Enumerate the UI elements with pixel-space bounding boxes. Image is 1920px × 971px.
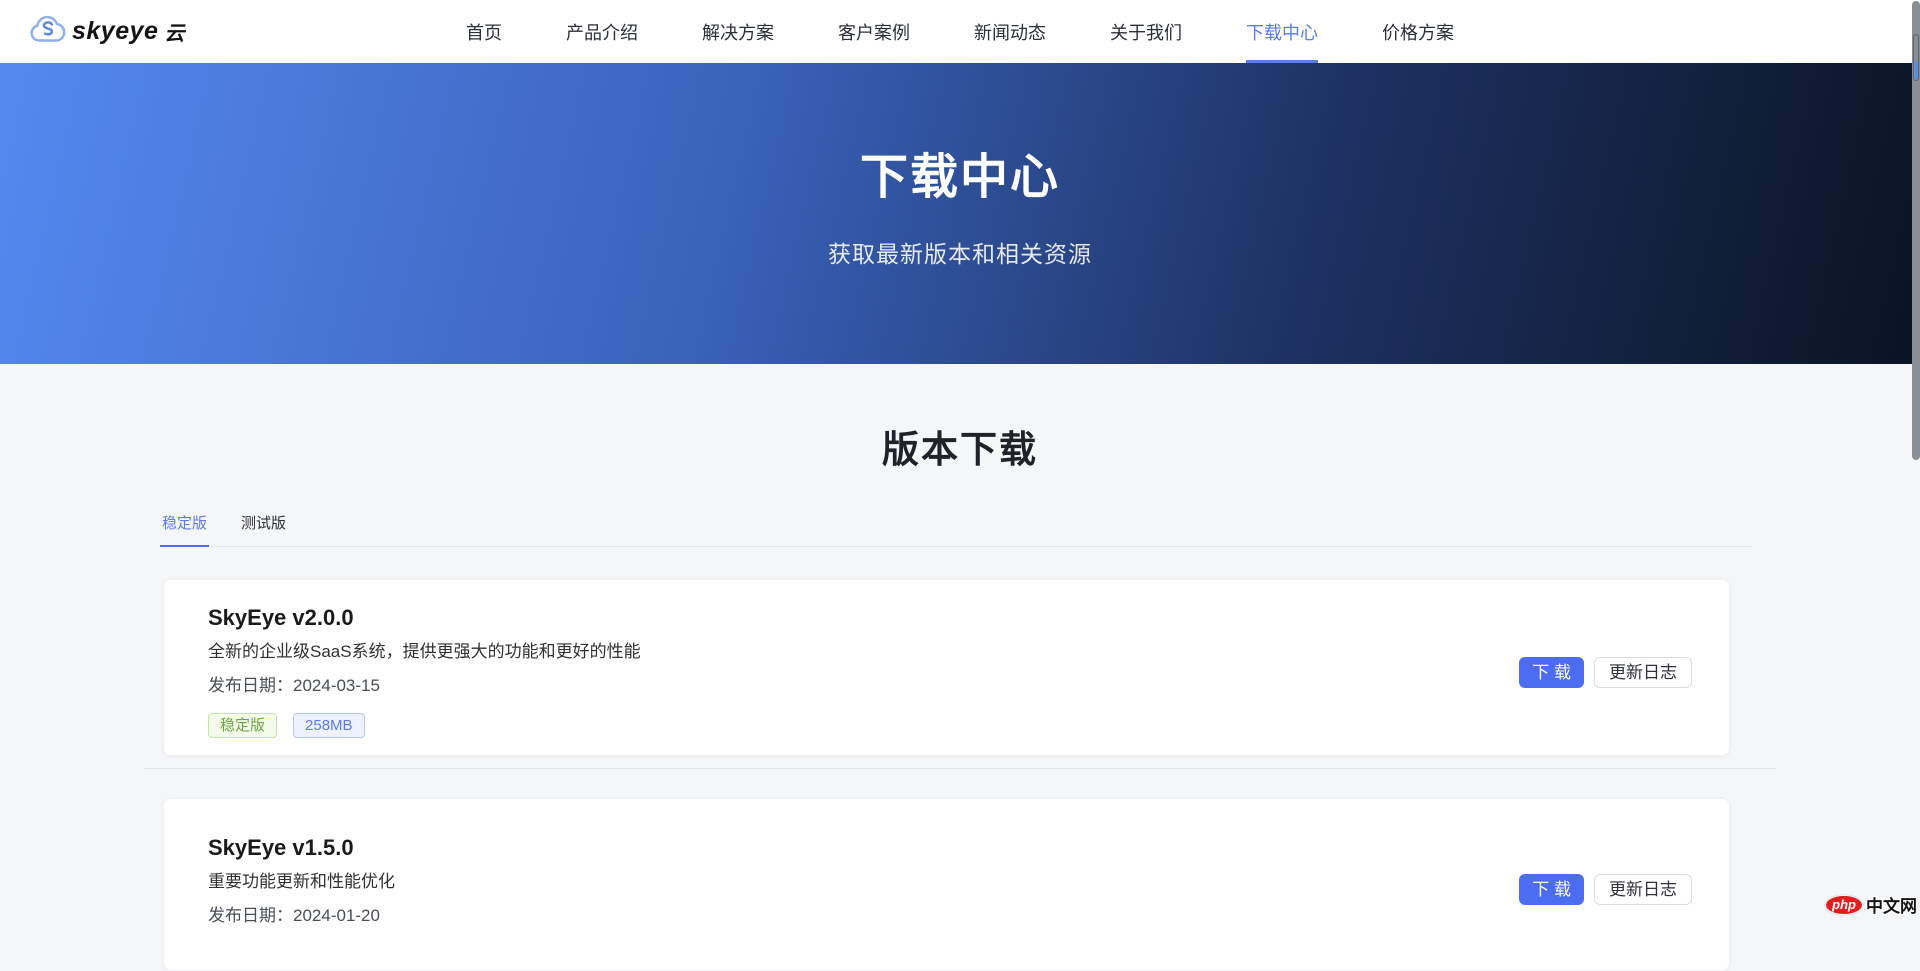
brand-logo[interactable]: skyeye 云 bbox=[26, 14, 184, 50]
scrollbar-thumb[interactable] bbox=[1912, 1, 1920, 460]
nav-item-home[interactable]: 首页 bbox=[466, 0, 502, 63]
card-actions: 下 载 更新日志 bbox=[1519, 657, 1692, 688]
filesize-badge: 258MB bbox=[293, 713, 365, 738]
version-title: SkyEye v2.0.0 bbox=[208, 607, 1519, 629]
site-watermark: php 中文网 bbox=[1825, 892, 1917, 917]
brand-name: skyeye bbox=[72, 17, 158, 46]
download-button[interactable]: 下 载 bbox=[1519, 657, 1584, 688]
download-card-info: SkyEye v1.5.0 重要功能更新和性能优化 发布日期：2024-01-2… bbox=[208, 837, 1519, 943]
hero-banner: 下载中心 获取最新版本和相关资源 bbox=[0, 63, 1920, 364]
scroll-progress-fill bbox=[1915, 61, 1918, 79]
card-actions: 下 载 更新日志 bbox=[1519, 874, 1692, 905]
download-button[interactable]: 下 载 bbox=[1519, 874, 1584, 905]
download-card-v2: SkyEye v2.0.0 全新的企业级SaaS系统，提供更强大的功能和更好的性… bbox=[163, 579, 1730, 756]
php-logo-icon: php bbox=[1825, 895, 1863, 915]
download-card-v15: SkyEye v1.5.0 重要功能更新和性能优化 发布日期：2024-01-2… bbox=[163, 798, 1730, 971]
tab-beta[interactable]: 测试版 bbox=[239, 502, 288, 547]
hero-title: 下载中心 bbox=[860, 137, 1060, 207]
release-date: 发布日期：2024-03-15 bbox=[208, 677, 1519, 694]
download-card-info: SkyEye v2.0.0 全新的企业级SaaS系统，提供更强大的功能和更好的性… bbox=[208, 607, 1519, 738]
tab-stable[interactable]: 稳定版 bbox=[160, 502, 209, 547]
nav-item-solutions[interactable]: 解决方案 bbox=[702, 0, 774, 63]
version-description: 重要功能更新和性能优化 bbox=[208, 873, 1519, 890]
card-divider bbox=[144, 768, 1776, 769]
downloads-container: 稳定版 测试版 SkyEye v2.0.0 全新的企业级SaaS系统，提供更强大… bbox=[144, 502, 1776, 971]
brand-suffix: 云 bbox=[164, 17, 184, 46]
changelog-button[interactable]: 更新日志 bbox=[1594, 874, 1692, 905]
nav-item-news[interactable]: 新闻动态 bbox=[974, 0, 1046, 63]
changelog-button[interactable]: 更新日志 bbox=[1594, 657, 1692, 688]
version-description: 全新的企业级SaaS系统，提供更强大的功能和更好的性能 bbox=[208, 643, 1519, 660]
hero-subtitle: 获取最新版本和相关资源 bbox=[828, 235, 1092, 269]
nav-item-download-center[interactable]: 下载中心 bbox=[1246, 0, 1318, 63]
status-badge: 稳定版 bbox=[208, 713, 277, 738]
nav-item-products[interactable]: 产品介绍 bbox=[566, 0, 638, 63]
nav-item-cases[interactable]: 客户案例 bbox=[838, 0, 910, 63]
nav-item-pricing[interactable]: 价格方案 bbox=[1382, 0, 1454, 63]
version-tabs: 稳定版 测试版 bbox=[160, 502, 1752, 547]
main-content: 版本下载 稳定版 测试版 SkyEye v2.0.0 全新的企业级SaaS系统，… bbox=[0, 364, 1920, 971]
badge-row: 稳定版 258MB bbox=[208, 713, 1519, 738]
cloud-logo-icon bbox=[26, 14, 68, 50]
section-title: 版本下载 bbox=[0, 426, 1920, 474]
main-nav: 首页 产品介绍 解决方案 客户案例 新闻动态 关于我们 下载中心 价格方案 bbox=[466, 0, 1454, 63]
nav-item-about[interactable]: 关于我们 bbox=[1110, 0, 1182, 63]
download-list: SkyEye v2.0.0 全新的企业级SaaS系统，提供更强大的功能和更好的性… bbox=[144, 579, 1776, 971]
header: skyeye 云 首页 产品介绍 解决方案 客户案例 新闻动态 关于我们 下载中… bbox=[0, 0, 1920, 63]
release-date: 发布日期：2024-01-20 bbox=[208, 907, 1519, 924]
scroll-progress-indicator bbox=[1913, 34, 1919, 81]
watermark-text: 中文网 bbox=[1866, 892, 1917, 917]
page-scrollbar bbox=[1912, 0, 1920, 919]
version-title: SkyEye v1.5.0 bbox=[208, 837, 1519, 859]
